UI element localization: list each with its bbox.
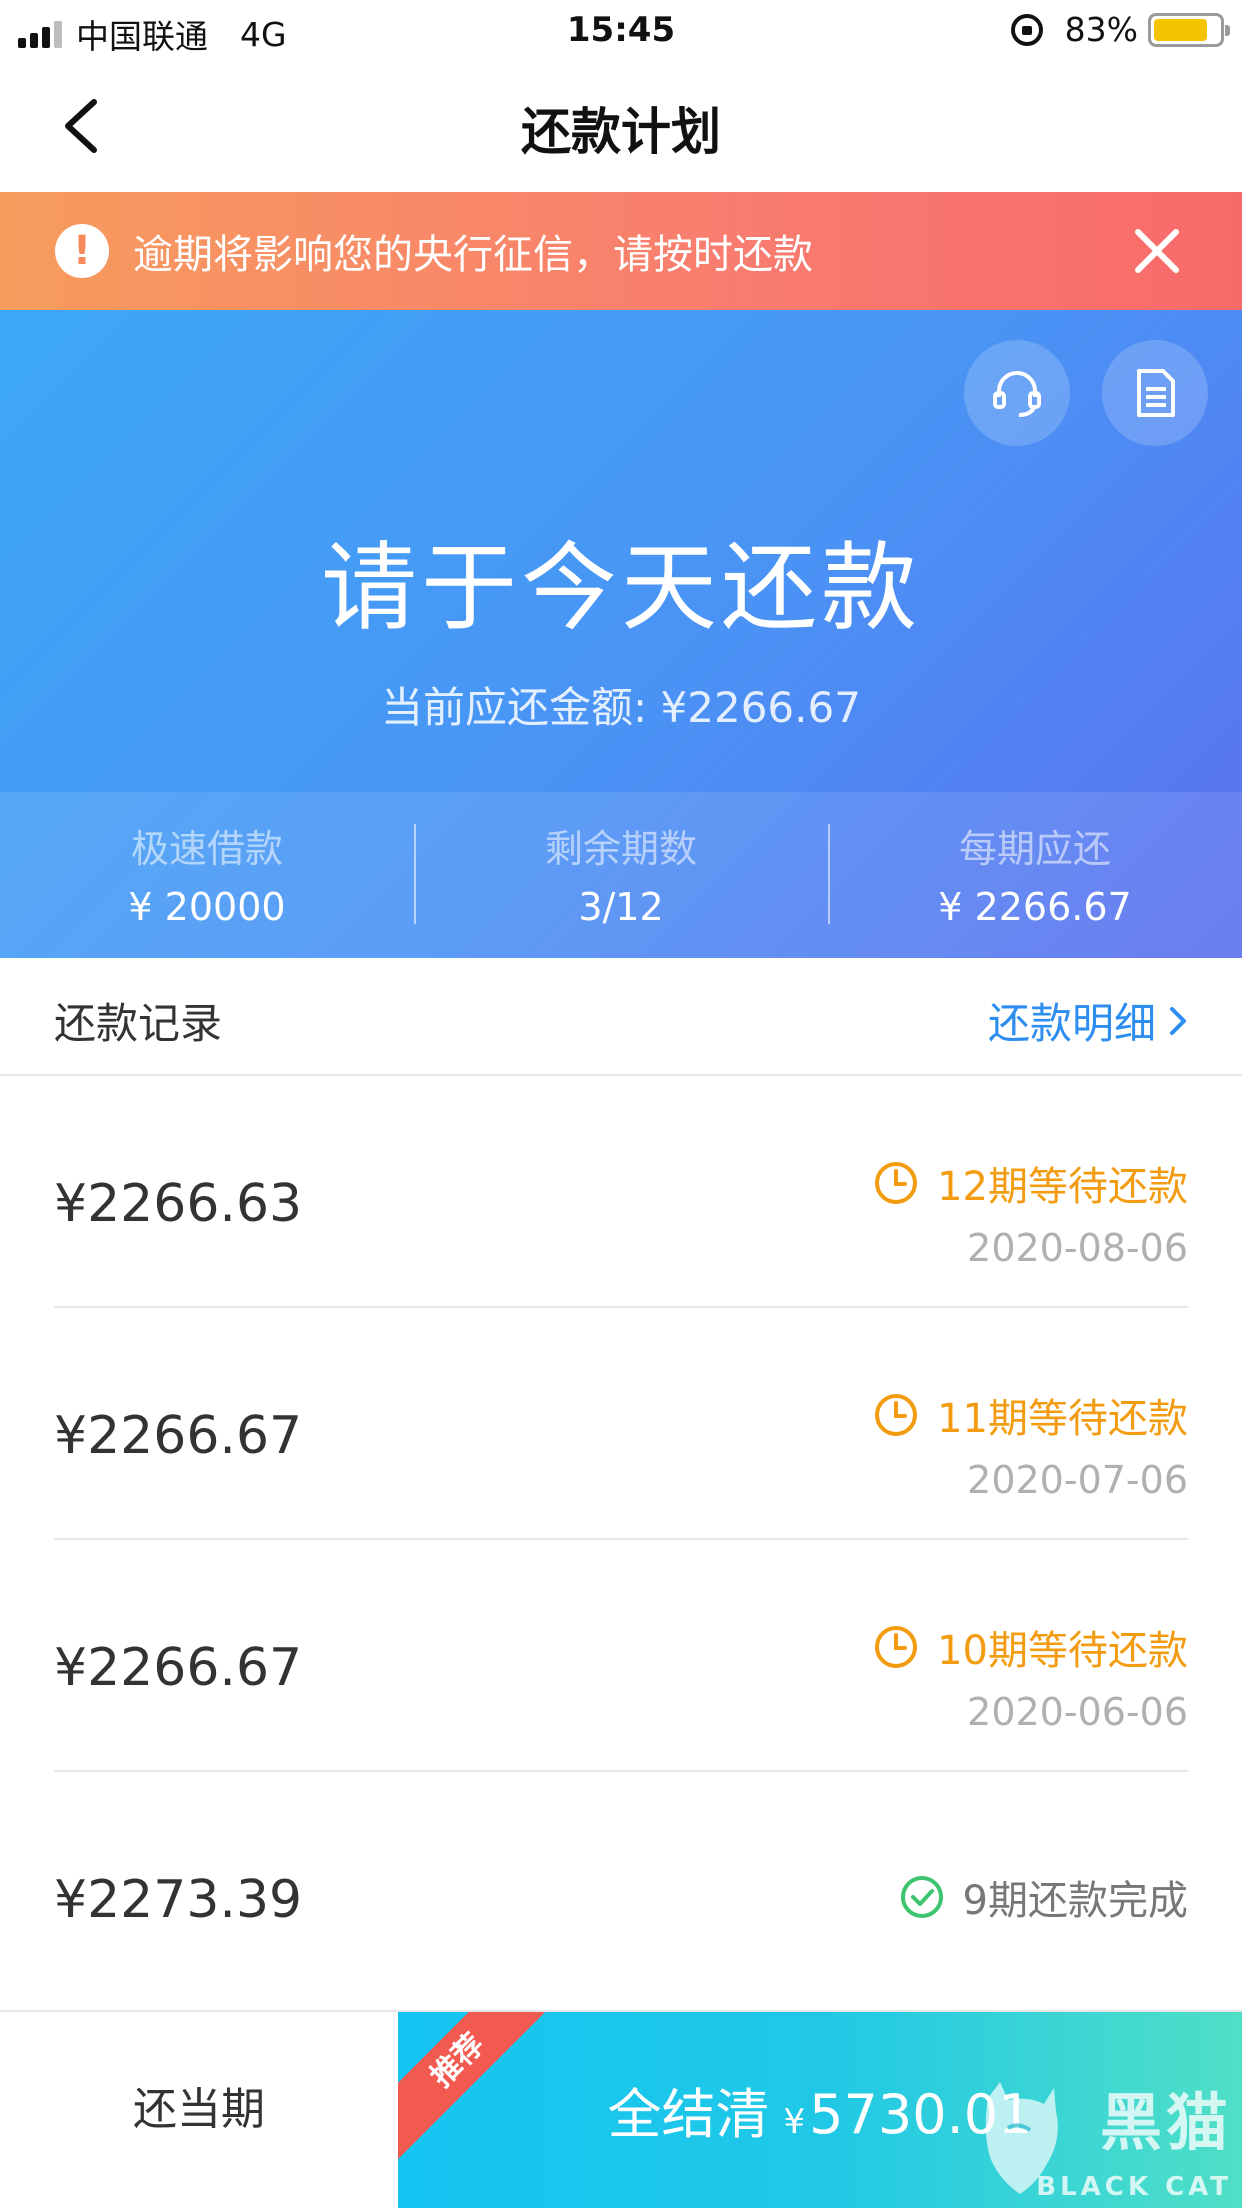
current-due-amount: 当前应还金额: ¥2266.67 [381,683,861,732]
records-header: 还款记录 还款明细 [0,958,1242,1076]
stat-value: ¥ 2266.67 [938,885,1132,929]
status-bar: 中国联通 4G 15:45 83% [0,0,1242,62]
status-right: 83% [1010,10,1230,49]
record-status-text: 11期等待还款 [937,1396,1188,1442]
repayment-hero: 请于今天还款 当前应还金额: ¥2266.67 极速借款 ¥ 20000 剩余期… [0,310,1242,958]
pay-all-text: 全结清 [607,2083,770,2146]
stat-per-period: 每期应还 ¥ 2266.67 [828,792,1242,958]
detail-link-label: 还款明细 [987,999,1156,1048]
warning-text: 逾期将影响您的央行征信，请按时还款 [133,232,813,278]
records-title: 还款记录 [54,999,223,1048]
list-item[interactable]: ¥2266.63 12期等待还款 2020-08-06 [54,1076,1188,1308]
stat-remaining-periods: 剩余期数 3/12 [414,792,828,958]
stat-value: ¥ 20000 [128,885,286,929]
battery-icon [1148,12,1230,47]
black-cat-watermark: 黑猫 BLACK CAT [970,2066,1238,2206]
bottom-action-bar: 还当期 推荐 全结清 ¥5730.01 黑猫 BLACK CAT [0,2010,1242,2208]
exclamation-circle-icon: ! [55,224,109,278]
list-item[interactable]: ¥2266.67 10期等待还款 2020-06-06 [54,1540,1188,1772]
clock-icon [875,1394,918,1436]
record-status: 12期等待还款 [873,1154,1188,1212]
battery-percent: 83% [1064,10,1138,49]
stat-value: 3/12 [578,885,664,929]
chevron-right-icon [1170,1006,1186,1035]
close-icon [1135,229,1179,273]
record-amount: ¥2266.67 [54,1638,303,1698]
rotation-lock-icon [1010,13,1043,46]
watermark-text: 黑猫 [1099,2086,1232,2159]
record-date: 2020-07-06 [967,1458,1188,1502]
check-circle-icon [900,1876,943,1918]
record-amount: ¥2273.39 [54,1870,303,1930]
records-list: ¥2266.63 12期等待还款 2020-08-06 ¥2266.67 11期… [0,1076,1242,2004]
stat-label: 每期应还 [958,827,1111,871]
warning-close-button[interactable] [1128,222,1186,280]
repayment-detail-link[interactable]: 还款明细 [988,990,1188,1051]
due-today-title: 请于今天还款 [321,532,921,644]
record-date: 2020-06-06 [967,1690,1188,1734]
record-status-text: 12期等待还款 [937,1164,1188,1210]
customer-service-button[interactable] [964,340,1070,446]
contract-document-button[interactable] [1102,340,1208,446]
record-status: 11期等待还款 [873,1386,1188,1444]
stat-loan-amount: 极速借款 ¥ 20000 [0,792,414,958]
nav-bar: 还款计划 [0,62,1242,192]
record-amount: ¥2266.63 [54,1174,303,1234]
stat-label: 极速借款 [130,827,283,871]
record-date: 2020-08-06 [967,1226,1188,1270]
headset-icon [993,371,1041,417]
stat-label: 剩余期数 [544,827,697,871]
list-item[interactable]: ¥2266.67 11期等待还款 2020-07-06 [54,1308,1188,1540]
document-icon [1137,369,1175,417]
record-amount: ¥2266.67 [54,1406,303,1466]
list-item[interactable]: ¥2273.39 9期还款完成 [54,1772,1188,2004]
pay-current-period-button[interactable]: 还当期 [0,2012,398,2208]
record-status-text: 10期等待还款 [937,1628,1188,1674]
record-status-text: 9期还款完成 [962,1878,1188,1924]
watermark-subtext: BLACK CAT [1036,2172,1232,2202]
loan-stats: 极速借款 ¥ 20000 剩余期数 3/12 每期应还 ¥ 2266.67 [0,792,1242,958]
currency-symbol: ¥ [783,2102,806,2142]
record-status: 10期等待还款 [873,1618,1188,1676]
pay-all-button[interactable]: 推荐 全结清 ¥5730.01 黑猫 BLACK CAT [398,2012,1242,2208]
page-title: 还款计划 [521,103,721,161]
record-status: 9期还款完成 [899,1868,1188,1926]
clock-icon [875,1626,918,1668]
overdue-warning-banner: ! 逾期将影响您的央行征信，请按时还款 [0,192,1242,310]
battery-fill [1154,18,1208,41]
clock-icon [875,1162,918,1204]
